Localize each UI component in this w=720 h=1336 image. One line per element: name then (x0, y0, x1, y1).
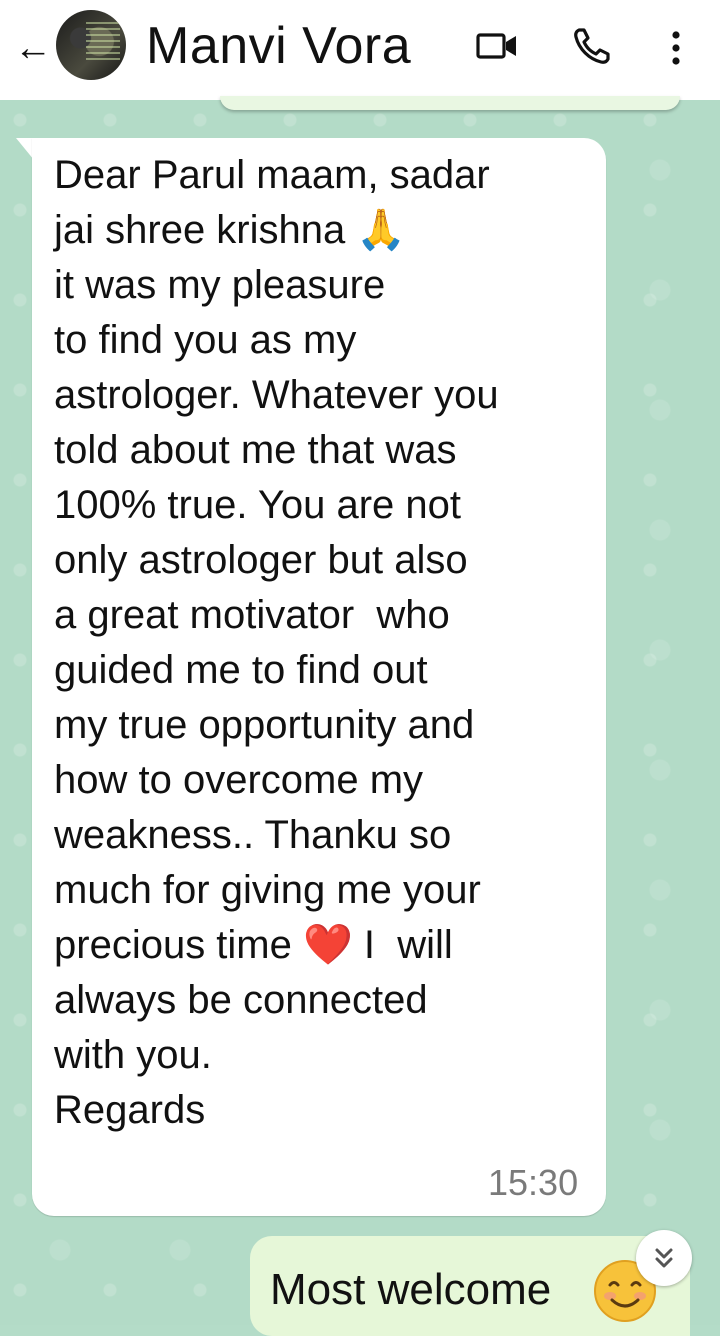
message-line: much for giving me your (54, 868, 481, 912)
message-line: precious time ❤️ I will (54, 923, 453, 967)
message-line: how to overcome my (54, 758, 424, 802)
contact-name[interactable]: Manvi Vora (146, 14, 411, 78)
message-line: guided me to find out (54, 648, 428, 692)
message-line: it was my pleasure (54, 263, 386, 307)
message-line: a great motivator who (54, 593, 450, 637)
message-line: astrologer. Whatever you (54, 373, 499, 417)
message-line: only astrologer but also (54, 538, 468, 582)
chat-header: ← Manvi Vora (0, 0, 720, 100)
message-line: 100% true. You are not (54, 483, 461, 527)
message-line: weakness.. Thanku so (54, 813, 452, 857)
incoming-message-text: Dear Parul maam, sadar jai shree krishna … (54, 148, 594, 1138)
previous-message-edge (220, 96, 680, 110)
voice-call-icon[interactable] (570, 24, 614, 68)
video-call-icon[interactable] (475, 28, 519, 64)
message-line: to find you as my (54, 318, 357, 362)
message-timestamp: 15:30 (488, 1162, 579, 1203)
message-line: told about me that was (54, 428, 457, 472)
message-line: with you. (54, 1033, 212, 1077)
message-line: always be connected (54, 978, 428, 1022)
outgoing-message-text: Most welcome (270, 1265, 552, 1314)
double-chevron-down-icon (655, 1248, 673, 1268)
message-line: my true opportunity and (54, 703, 475, 747)
message-line: jai shree krishna 🙏 (54, 208, 407, 252)
message-line: Dear Parul maam, sadar (54, 153, 490, 197)
avatar[interactable] (56, 10, 126, 80)
scroll-to-bottom-button[interactable] (636, 1230, 692, 1286)
back-arrow-icon[interactable]: ← (14, 28, 54, 68)
more-options-icon[interactable] (664, 26, 688, 70)
message-line: Regards (54, 1088, 206, 1132)
avatar-image-detail (86, 22, 120, 62)
